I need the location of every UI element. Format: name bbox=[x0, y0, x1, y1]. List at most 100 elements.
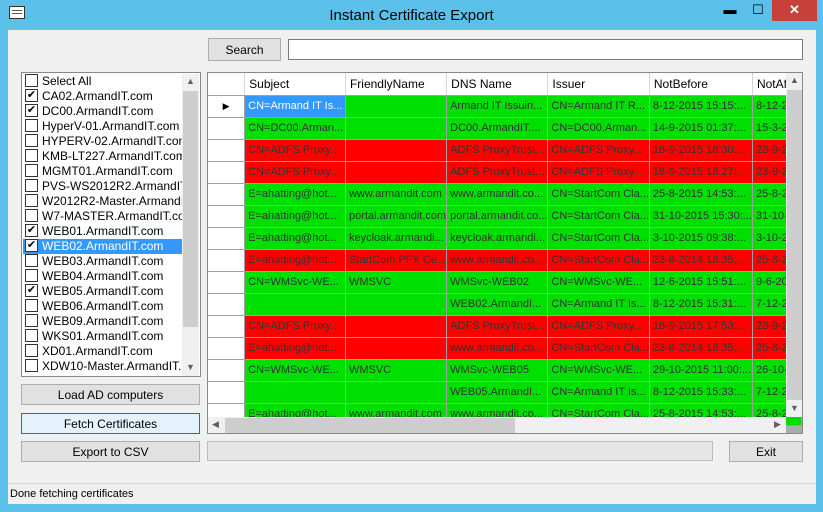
computer-list-item[interactable]: ✔ WEB01.ArmandIT.com bbox=[23, 224, 183, 239]
checkbox-icon[interactable] bbox=[25, 164, 38, 177]
table-row[interactable]: E=ahatting@hot... www.armandit.com www.arm… bbox=[208, 183, 802, 206]
table-cell[interactable]: CN=DC00.Arman... bbox=[547, 117, 650, 140]
computer-list-item[interactable]: WEB06.ArmandIT.com bbox=[23, 299, 183, 314]
table-cell[interactable]: 29-10-2015 11:00:... bbox=[649, 359, 753, 382]
current-row-arrow-icon[interactable]: ▶ bbox=[208, 95, 246, 118]
checkbox-icon[interactable] bbox=[25, 149, 38, 162]
row-header[interactable] bbox=[208, 249, 246, 272]
table-cell[interactable]: ADFS ProxyTrust... bbox=[446, 161, 549, 184]
table-cell[interactable]: E=ahatting@hot... bbox=[244, 183, 346, 206]
checkbox-icon[interactable] bbox=[25, 209, 38, 222]
fetch-certificates-button[interactable]: Fetch Certificates bbox=[21, 413, 200, 434]
table-cell[interactable]: WEB05.ArmandI... bbox=[446, 381, 549, 404]
table-cell[interactable]: CN=StartCom Cla... bbox=[547, 249, 650, 272]
table-cell[interactable]: WMSVC bbox=[345, 271, 448, 294]
checkbox-icon[interactable] bbox=[25, 269, 38, 282]
table-cell[interactable]: StartCom PFX Ce... bbox=[345, 249, 448, 272]
computer-list-item[interactable]: W7-MASTER.ArmandIT.com bbox=[23, 209, 183, 224]
computer-list-item[interactable]: ✔ CA02.ArmandIT.com bbox=[23, 89, 183, 104]
table-cell[interactable]: 23-8-2014 18:35:... bbox=[649, 249, 753, 272]
table-cell[interactable]: WMSVC bbox=[345, 359, 448, 382]
table-cell[interactable]: www.armandit.com bbox=[345, 183, 448, 206]
computer-list-item[interactable]: W2012R2-Master.ArmandIT.com bbox=[23, 194, 183, 209]
table-row[interactable]: WEB02.ArmandI... CN=Armand IT Is... 8-12-2… bbox=[208, 293, 802, 316]
table-cell[interactable]: 8-12-2015 15:33:... bbox=[649, 381, 753, 404]
table-cell[interactable]: CN=Armand IT R... bbox=[547, 95, 650, 118]
checkbox-icon[interactable] bbox=[25, 179, 38, 192]
checkbox-icon[interactable] bbox=[25, 194, 38, 207]
checkbox-icon[interactable] bbox=[25, 74, 38, 87]
table-cell[interactable]: 8-12-2015 15:31:... bbox=[649, 293, 753, 316]
table-cell[interactable]: 23-8-2014 18:35:... bbox=[649, 337, 753, 360]
scroll-left-arrow-icon[interactable]: ◀ bbox=[212, 419, 219, 430]
checkbox-icon[interactable] bbox=[25, 254, 38, 267]
table-cell[interactable]: CN=ADFS Proxy... bbox=[547, 315, 650, 338]
computer-list-item[interactable]: WEB03.ArmandIT.com bbox=[23, 254, 183, 269]
computer-list-item[interactable]: WEB09.ArmandIT.com bbox=[23, 314, 183, 329]
table-cell[interactable] bbox=[345, 117, 448, 140]
computer-list-scrollbar[interactable]: ▲ ▼ bbox=[182, 74, 199, 376]
column-header[interactable]: DNS Name bbox=[446, 73, 549, 96]
table-cell[interactable] bbox=[345, 315, 448, 338]
table-cell[interactable]: CN=ADFS Proxy... bbox=[244, 139, 346, 162]
table-row[interactable]: E=ahatting@hot... keycloak.armandi... keyc… bbox=[208, 227, 802, 250]
table-cell[interactable] bbox=[345, 161, 448, 184]
table-cell[interactable]: 18-9-2015 17:53:... bbox=[649, 315, 753, 338]
column-header[interactable]: Issuer bbox=[547, 73, 650, 96]
table-cell[interactable]: CN=StartCom Cla... bbox=[547, 205, 650, 228]
scroll-down-arrow-icon[interactable]: ▼ bbox=[186, 362, 195, 372]
table-cell[interactable]: WMSvc-WEB05 bbox=[446, 359, 549, 382]
checkbox-icon[interactable] bbox=[25, 119, 38, 132]
table-row[interactable]: CN=WMSvc-WE... WMSVC WMSvc-WEB05 CN=WMSvc-W… bbox=[208, 359, 802, 382]
computer-list-item[interactable]: HYPERV-02.ArmandIT.com bbox=[23, 134, 183, 149]
grid-vertical-scroll-thumb[interactable] bbox=[787, 90, 802, 400]
table-cell[interactable]: 25-8-2015 14:53:... bbox=[649, 183, 753, 206]
grid-vertical-scrollbar[interactable]: ▲ ▼ bbox=[786, 73, 802, 417]
table-cell[interactable] bbox=[345, 95, 448, 118]
scroll-up-arrow-icon[interactable]: ▲ bbox=[186, 76, 195, 86]
table-cell[interactable]: Armand IT Issuin... bbox=[446, 95, 549, 118]
column-header[interactable]: Subject bbox=[244, 73, 346, 96]
table-cell[interactable]: CN=ADFS Proxy... bbox=[244, 315, 346, 338]
table-cell[interactable]: CN=Armand IT Is... bbox=[244, 95, 346, 118]
table-cell[interactable]: CN=Armand IT Is... bbox=[547, 381, 650, 404]
load-ad-computers-button[interactable]: Load AD computers bbox=[21, 384, 200, 405]
computer-list-item[interactable]: PVS-WS2012R2.ArmandIT.com bbox=[23, 179, 183, 194]
row-header[interactable] bbox=[208, 205, 246, 228]
computer-list-scroll-thumb[interactable] bbox=[183, 91, 198, 327]
table-cell[interactable]: E=ahatting@hot... bbox=[244, 249, 346, 272]
scroll-right-arrow-icon[interactable]: ▶ bbox=[774, 419, 781, 430]
table-cell[interactable]: www.armandit.co... bbox=[446, 183, 549, 206]
table-row[interactable]: E=ahatting@hot... www.armandit.co... CN=St… bbox=[208, 337, 802, 360]
table-row[interactable]: CN=ADFS Proxy... ADFS ProxyTrust... CN=ADF… bbox=[208, 161, 802, 184]
checkbox-icon[interactable] bbox=[25, 299, 38, 312]
table-cell[interactable] bbox=[345, 293, 448, 316]
checkbox-icon[interactable] bbox=[25, 344, 38, 357]
table-cell[interactable]: CN=WMSvc-WE... bbox=[244, 271, 346, 294]
computer-list-item[interactable]: HyperV-01.ArmandIT.com bbox=[23, 119, 183, 134]
table-cell[interactable]: ADFS ProxyTrust... bbox=[446, 139, 549, 162]
table-cell[interactable]: CN=WMSvc-WE... bbox=[547, 271, 650, 294]
table-cell[interactable] bbox=[244, 381, 346, 404]
checkbox-checked-icon[interactable]: ✔ bbox=[25, 224, 38, 237]
table-row[interactable]: CN=ADFS Proxy... ADFS ProxyTrust... CN=ADF… bbox=[208, 315, 802, 338]
row-header[interactable] bbox=[208, 183, 246, 206]
computer-list-item[interactable]: KMB-LT227.ArmandIT.com bbox=[23, 149, 183, 164]
search-input[interactable] bbox=[288, 39, 803, 60]
checkbox-checked-icon[interactable]: ✔ bbox=[25, 239, 38, 252]
maximize-button[interactable]: ☐ bbox=[744, 0, 772, 21]
row-header[interactable] bbox=[208, 117, 246, 140]
computer-list-item[interactable]: Select All bbox=[23, 74, 183, 89]
table-cell[interactable] bbox=[345, 337, 448, 360]
table-cell[interactable]: CN=Armand IT Is... bbox=[547, 293, 650, 316]
checkbox-icon[interactable] bbox=[25, 314, 38, 327]
table-cell[interactable]: 31-10-2015 15:30:... bbox=[649, 205, 753, 228]
table-row[interactable]: WEB05.ArmandI... CN=Armand IT Is... 8-12-2… bbox=[208, 381, 802, 404]
table-cell[interactable]: 14-9-2015 01:37:... bbox=[649, 117, 753, 140]
table-cell[interactable]: E=ahatting@hot... bbox=[244, 227, 346, 250]
checkbox-icon[interactable] bbox=[25, 329, 38, 342]
table-cell[interactable]: 18-9-2015 18:27:... bbox=[649, 161, 753, 184]
row-header[interactable] bbox=[208, 139, 246, 162]
title-bar[interactable]: Instant Certificate Export ▬ ☐ ✕ bbox=[0, 0, 823, 30]
table-cell[interactable] bbox=[244, 293, 346, 316]
